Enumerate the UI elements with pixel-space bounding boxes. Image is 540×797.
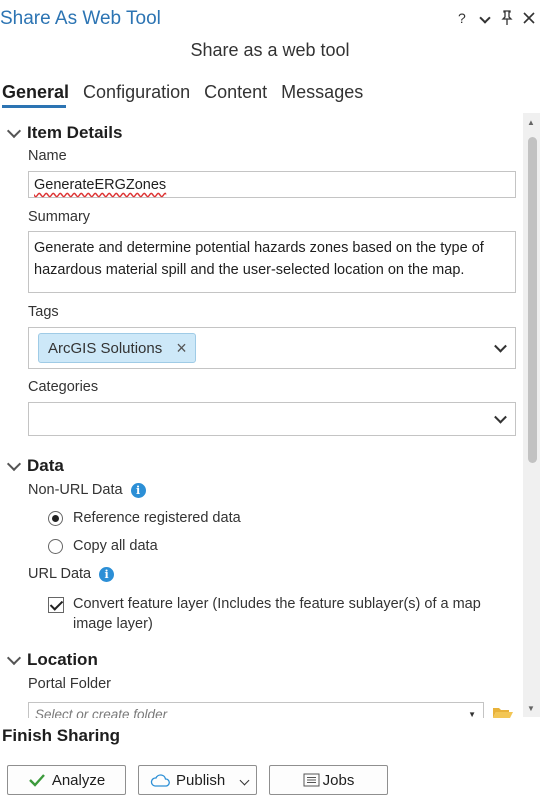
section-heading: Data bbox=[27, 456, 64, 475]
radio-reference-registered[interactable]: Reference registered data bbox=[48, 510, 241, 526]
radio-button[interactable] bbox=[48, 538, 63, 554]
info-icon[interactable]: i bbox=[99, 566, 115, 582]
radio-label: Copy all data bbox=[73, 538, 158, 554]
radio-copy-all[interactable]: Copy all data bbox=[48, 538, 158, 554]
non-url-data-label: Non-URL Data bbox=[28, 482, 123, 498]
info-icon[interactable]: i bbox=[130, 482, 146, 498]
tags-dropdown[interactable]: ArcGIS Solutions × bbox=[28, 327, 516, 369]
radio-button-selected[interactable] bbox=[48, 510, 63, 526]
summary-textarea[interactable]: Generate and determine potential hazards… bbox=[28, 231, 516, 293]
categories-dropdown[interactable] bbox=[28, 402, 516, 436]
radio-label: Reference registered data bbox=[73, 510, 241, 526]
collapse-chevron-icon bbox=[6, 650, 22, 666]
pin-icon[interactable] bbox=[501, 10, 513, 26]
summary-label: Summary bbox=[28, 209, 91, 225]
tab-configuration[interactable]: Configuration bbox=[83, 82, 204, 109]
tab-content[interactable]: Content bbox=[204, 82, 281, 109]
folder-combobox-clip: Select or create folder ▼ bbox=[28, 702, 484, 718]
collapse-chevron-icon bbox=[6, 123, 22, 139]
analyze-label: Analyze bbox=[51, 771, 106, 789]
window-title: Share As Web Tool bbox=[0, 8, 161, 29]
convert-feature-layer-option[interactable]: Convert feature layer (Includes the feat… bbox=[48, 594, 508, 634]
categories-label: Categories bbox=[28, 379, 99, 395]
remove-tag-icon[interactable]: × bbox=[176, 338, 187, 359]
collapse-chevron-icon bbox=[6, 456, 22, 472]
chevron-down-icon[interactable] bbox=[239, 775, 250, 786]
section-heading: Item Details bbox=[27, 123, 123, 142]
name-label: Name bbox=[28, 148, 67, 164]
non-url-data-row: Non-URL Data i bbox=[28, 482, 146, 498]
jobs-list-icon bbox=[303, 773, 320, 787]
tag-label: ArcGIS Solutions bbox=[48, 339, 163, 357]
scrollbar-thumb[interactable] bbox=[528, 137, 537, 463]
finish-sharing-heading: Finish Sharing bbox=[2, 726, 121, 745]
name-value: GenerateERGZones bbox=[34, 177, 167, 193]
url-data-label: URL Data bbox=[28, 566, 92, 582]
scroll-up-icon[interactable]: ▲ bbox=[527, 118, 535, 127]
section-heading: Location bbox=[27, 650, 98, 669]
publish-button[interactable]: Publish bbox=[138, 765, 257, 795]
jobs-button[interactable]: Jobs bbox=[269, 765, 388, 795]
section-item-details[interactable]: Item Details bbox=[6, 123, 123, 143]
checkbox-checked[interactable] bbox=[48, 597, 64, 613]
section-data[interactable]: Data bbox=[6, 456, 64, 476]
tags-label: Tags bbox=[28, 304, 59, 320]
portal-folder-label: Portal Folder bbox=[28, 676, 112, 692]
pane-subtitle: Share as a web tool bbox=[190, 40, 350, 60]
tab-messages[interactable]: Messages bbox=[281, 82, 377, 109]
chevron-down-icon[interactable] bbox=[494, 339, 507, 353]
folder-icon[interactable] bbox=[492, 706, 514, 718]
options-chevron-icon[interactable] bbox=[479, 12, 491, 24]
jobs-label: Jobs bbox=[322, 771, 355, 789]
cloud-icon bbox=[150, 773, 170, 787]
publish-label: Publish bbox=[176, 771, 226, 789]
analyze-button[interactable]: Analyze bbox=[7, 765, 126, 795]
chevron-down-icon[interactable] bbox=[494, 410, 507, 424]
scroll-down-icon[interactable]: ▼ bbox=[527, 704, 535, 713]
help-icon[interactable]: ? bbox=[458, 10, 466, 26]
folder-combobox[interactable]: Select or create folder ▼ bbox=[28, 702, 484, 718]
folder-placeholder: Select or create folder bbox=[35, 707, 168, 718]
url-data-row: URL Data i bbox=[28, 566, 115, 582]
dropdown-arrow-icon[interactable]: ▼ bbox=[468, 710, 476, 718]
active-tab-indicator bbox=[2, 105, 66, 108]
checkbox-label: Convert feature layer (Includes the feat… bbox=[73, 596, 481, 632]
section-location[interactable]: Location bbox=[6, 650, 98, 670]
close-icon[interactable] bbox=[522, 11, 536, 25]
name-input[interactable]: GenerateERGZones bbox=[28, 171, 516, 198]
tag-chip: ArcGIS Solutions × bbox=[38, 333, 196, 363]
checkmark-icon bbox=[28, 774, 45, 787]
